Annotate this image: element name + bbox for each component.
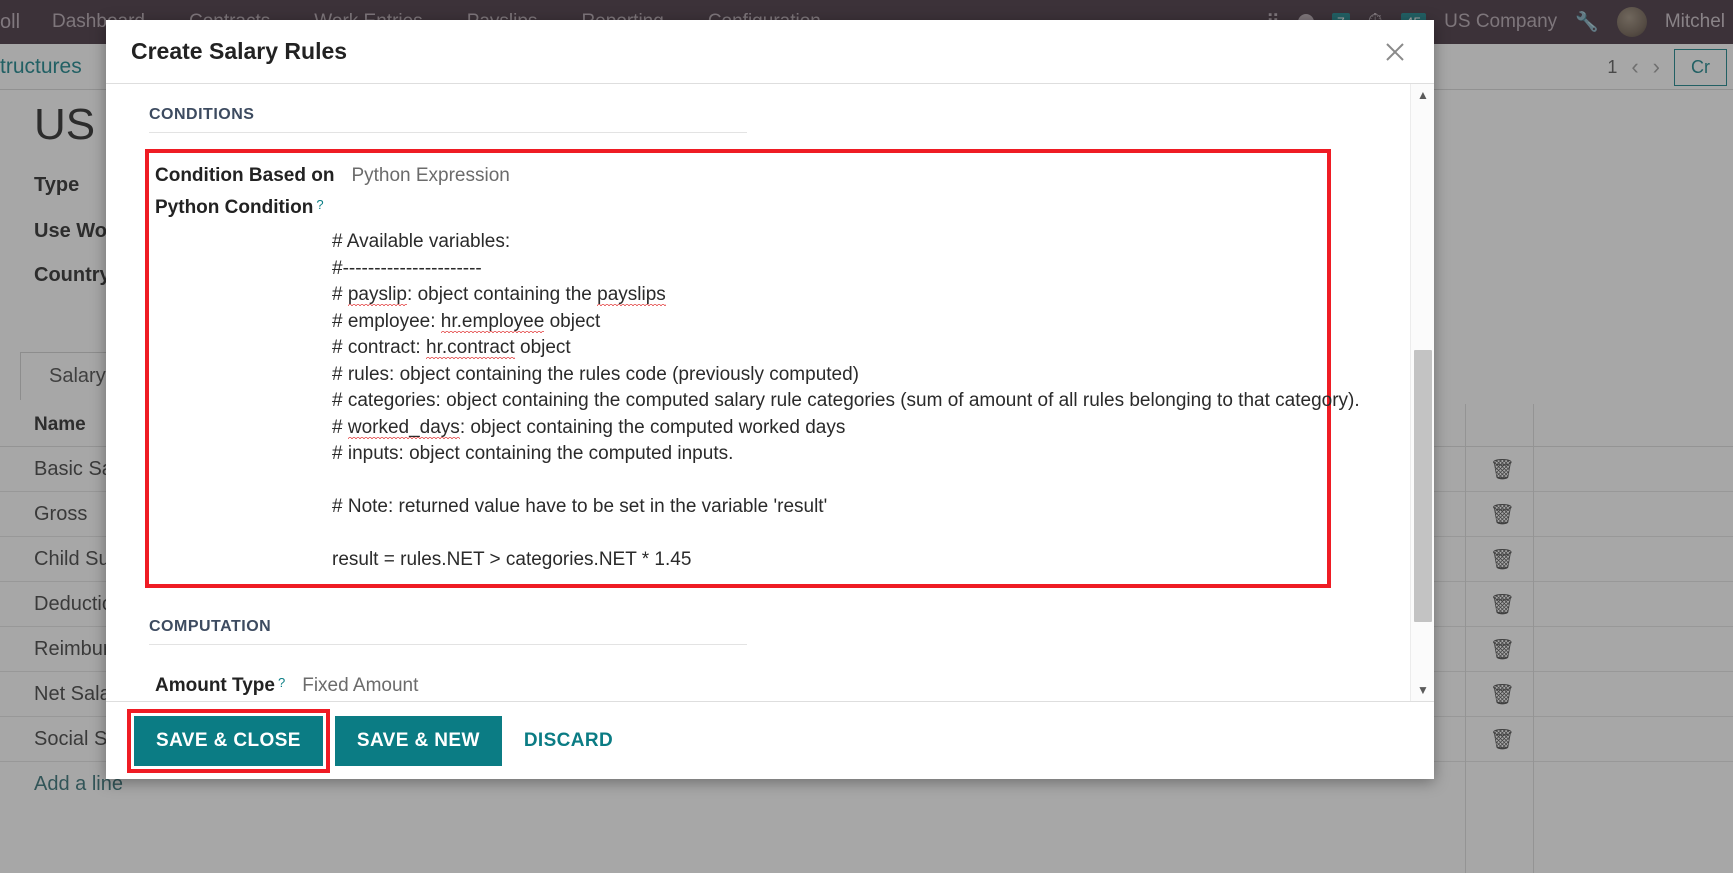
code-line: # rules: object containing the rules cod… [332, 363, 860, 385]
dialog-title: Create Salary Rules [131, 38, 348, 64]
section-title-conditions: CONDITIONS [149, 106, 747, 133]
field-value-amount-type[interactable]: Fixed Amount [302, 675, 418, 697]
code-line: # employee: hr.employee object [332, 310, 601, 332]
conditions-highlight-region: Condition Based on Python Expression Pyt… [145, 149, 1360, 588]
code-line: # payslip: object containing the payslip… [332, 284, 666, 305]
dialog-header: Create Salary Rules [106, 20, 1434, 84]
close-icon[interactable] [1378, 35, 1412, 69]
code-line: #---------------------- [332, 257, 482, 279]
field-amount-type[interactable]: Amount Type? Fixed Amount [149, 661, 1394, 697]
caret-down-icon[interactable]: ▼ [1411, 679, 1434, 701]
save-and-new-button[interactable]: SAVE & NEW [334, 715, 502, 766]
field-label-python-condition: Python Condition [155, 197, 314, 218]
field-label-amount-type: Amount Type [155, 674, 275, 696]
dialog-body: CONDITIONS Condition Based on Python Exp… [106, 84, 1434, 701]
code-line: # Note: returned value have to be set in… [332, 496, 828, 517]
code-line: # categories: object containing the comp… [332, 390, 1360, 411]
code-line: # worked_days: object containing the com… [332, 416, 846, 438]
help-icon[interactable]: ? [316, 197, 323, 212]
code-line-result: result = rules.NET > categories.NET * 1.… [332, 549, 692, 570]
discard-button[interactable]: DISCARD [514, 716, 623, 766]
field-label-condition-based-on: Condition Based on [155, 165, 335, 186]
code-line: # inputs: object containing the computed… [332, 443, 734, 464]
create-salary-rules-dialog: Create Salary Rules CONDITIONS Condition… [106, 20, 1434, 779]
field-condition-based-on[interactable]: Condition Based on Python Expression [149, 159, 1327, 187]
field-python-condition: Python Condition? [149, 187, 1327, 219]
dialog-footer: SAVE & CLOSE SAVE & NEW DISCARD [106, 701, 1434, 779]
section-title-computation: COMPUTATION [149, 618, 747, 645]
field-value-condition-based-on[interactable]: Python Expression [351, 165, 509, 187]
code-line: # contract: hr.contract object [332, 337, 571, 358]
scrollbar-thumb[interactable] [1414, 350, 1432, 622]
help-icon[interactable]: ? [278, 675, 285, 690]
code-line: # Available variables: [332, 231, 511, 252]
caret-up-icon[interactable]: ▲ [1411, 84, 1434, 106]
save-and-close-button[interactable]: SAVE & CLOSE [127, 708, 330, 773]
python-condition-code-editor[interactable]: # Available variables: #----------------… [332, 229, 1360, 574]
screen: oll Dashboard Contracts Work Entries Pay… [0, 0, 1733, 873]
dialog-scrollbar[interactable]: ▲ ▼ [1410, 84, 1434, 701]
